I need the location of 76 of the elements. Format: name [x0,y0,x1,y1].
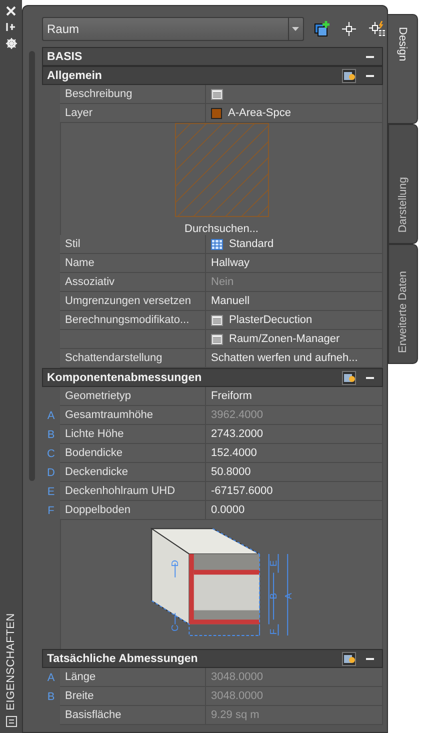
dimension-label: C [169,624,180,632]
property-label: Gesamtraumhöhe [60,406,206,425]
dimension-letter: D [46,466,56,480]
property-label: Schattendarstellung [60,349,206,368]
value-text: Raum/Zonen-Manager [229,333,340,345]
list-icon [211,314,223,326]
dimension-label: E [268,560,278,566]
section-header[interactable]: BASIS [42,47,383,66]
property-label: Geometrietyp [60,387,206,406]
side-tab[interactable]: Erweiterte Daten [388,244,418,364]
list-icon [211,88,223,100]
property-value[interactable]: A-Area-Spce [206,104,383,123]
crosshair-icon [342,22,356,36]
section-title: Komponentenabmessungen [47,372,203,384]
properties-icon[interactable] [6,716,16,727]
side-tab[interactable]: Design [388,14,418,124]
property-value[interactable]: 152.4000 [206,444,383,463]
property-label: Lichte Höhe [60,425,206,444]
section-title: Allgemein [47,70,103,82]
property-label: Deckenhohlraum UHD [60,482,206,501]
caret-icon [292,27,300,31]
property-label: Layer [60,104,206,123]
add-selection-button[interactable] [312,19,332,39]
property-value[interactable]: 0.0000 [206,501,383,520]
property-value[interactable]: Raum/Zonen-Manager [206,330,383,349]
dimension-letter: B [46,690,56,704]
property-label: Deckendicke [60,463,206,482]
list-icon [211,334,223,344]
property-value[interactable]: 50.8000 [206,463,383,482]
property-label: Beschreibung [60,85,206,104]
property-value[interactable]: -67157.6000 [206,482,383,501]
property-value[interactable]: PlasterDecuction [206,311,383,330]
dimension-letter: A [46,670,56,686]
value-text: PlasterDecuction [229,314,312,326]
quick-select-button[interactable] [367,19,387,39]
property-label: Berechnungsmodifikato... [60,311,206,330]
property-value[interactable]: Hallway [206,254,383,273]
auto-hide-icon[interactable] [6,22,16,32]
property-label: Breite [60,687,206,706]
close-icon[interactable] [6,6,16,16]
layer-name: A-Area-Spce [228,107,291,119]
property-label: Umgrenzungen versetzen [60,292,206,311]
dimension-label: F [268,628,278,635]
property-label: Assoziativ [60,273,206,292]
browse-link[interactable]: Durchsuchen... [184,223,258,235]
property-value[interactable]: Standard [206,235,383,254]
quick-select-icon [369,21,386,37]
dimension-label: D [169,560,180,567]
grid-icon [211,238,223,250]
section-header[interactable]: Tatsächliche Abmessungen [42,649,383,668]
squares-plus-icon [314,21,330,37]
dimension-letter: C [46,446,56,462]
dimension-letter: F [46,504,56,518]
dimension-letter: B [46,428,56,442]
object-type-dropdown[interactable]: Raum [42,17,304,41]
property-label: Bodendicke [60,444,206,463]
section-title: BASIS [47,50,84,62]
section-header[interactable]: Komponentenabmessungen [42,368,383,387]
scroll-bar[interactable] [29,51,35,481]
property-label: Name [60,254,206,273]
property-value[interactable]: Freiform [206,387,383,406]
palette-title: EIGENSCHAFTEN [5,612,17,710]
section-header[interactable]: Allgemein [42,66,383,85]
dropdown-value: Raum [46,22,80,36]
section-title: Tatsächliche Abmessungen [47,652,199,664]
side-tab[interactable]: Darstellung [388,124,418,244]
property-label: Basisfläche [60,706,206,725]
property-label: Stil [60,235,206,254]
dimension-letter: E [46,484,56,500]
property-label: Doppelboden [60,501,206,520]
property-label: Länge [60,668,206,687]
property-value[interactable]: 2743.2000 [206,425,383,444]
value-text: Standard [229,238,274,250]
dimension-letter: A [46,408,56,424]
property-value[interactable]: Schatten werfen und aufneh... [206,349,383,368]
property-value[interactable]: Manuell [206,292,383,311]
